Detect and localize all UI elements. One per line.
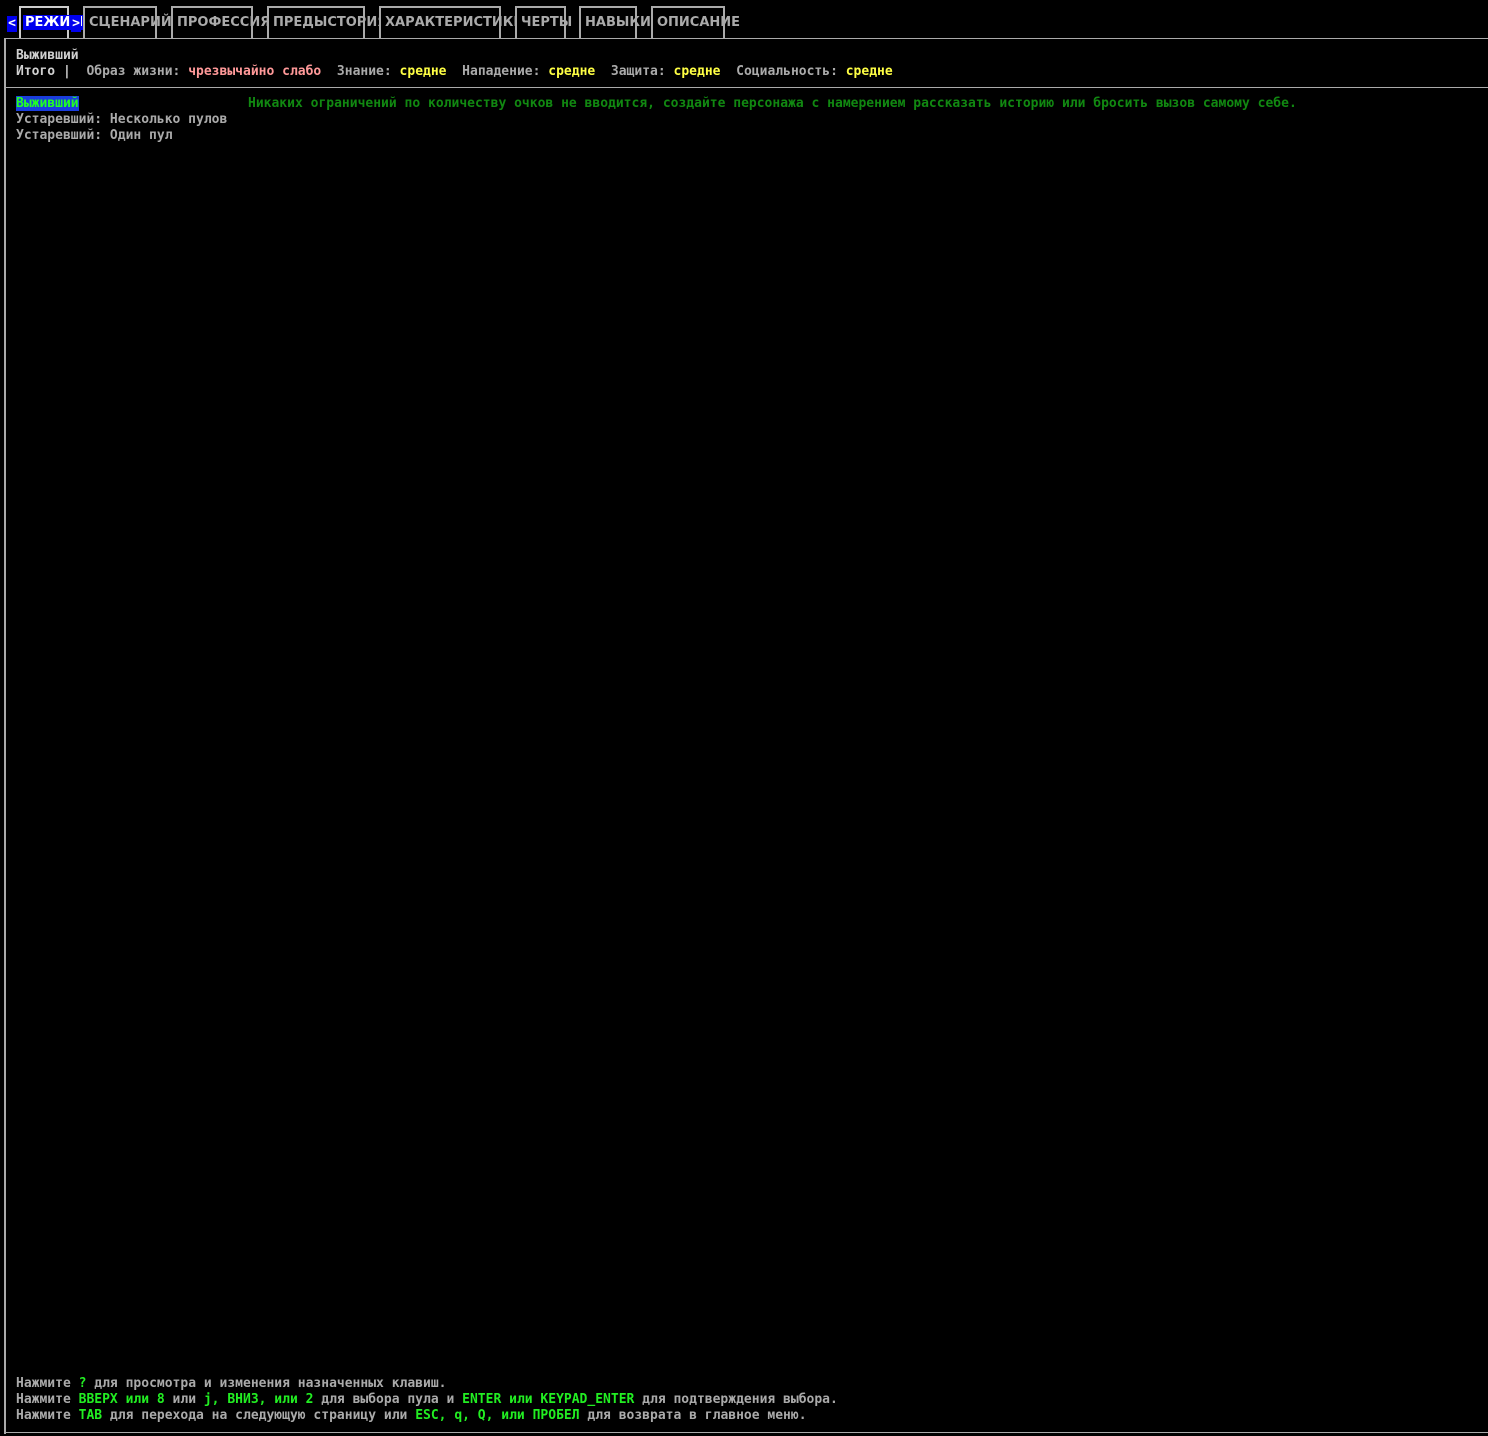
pool-item-legacy-multiple[interactable]: Устаревший: Несколько пулов [16, 112, 227, 128]
help-key: ESC, q, Q, или ПРОБЕЛ [415, 1408, 580, 1423]
attack-label: Нападение: [462, 64, 541, 79]
tab-traits-label: ЧЕРТЫ [521, 15, 573, 30]
tab-profession[interactable]: ПРОФЕССИЯ [171, 6, 270, 38]
attack-value: средне [548, 64, 596, 79]
help-text: Нажмите [16, 1392, 79, 1407]
help-key: ENTER или KEYPAD_ENTER [462, 1392, 635, 1407]
tab-scenario-label: СЦЕНАРИЙ [89, 15, 172, 30]
tab-description[interactable]: ОПИСАНИЕ [651, 6, 740, 38]
help-text: или [164, 1392, 204, 1407]
defense-value: средне [673, 64, 721, 79]
social-value: средне [845, 64, 893, 79]
pool-item-survivor[interactable]: Выживший [16, 96, 79, 112]
pool-item-legacy-single[interactable]: Устаревший: Один пул [16, 128, 173, 144]
help-line-keybindings: Нажмите ? для просмотра и изменения назн… [16, 1376, 446, 1392]
lifestyle-value: чрезвычайно слабо [188, 64, 322, 79]
left-border [4, 38, 6, 1434]
summary-line: Итого | Образ жизни: чрезвычайно слабо З… [16, 64, 893, 80]
help-key: j, ВНИЗ, или 2 [203, 1392, 314, 1407]
tab-traits[interactable]: ЧЕРТЫ [515, 6, 572, 38]
knowledge-value: средне [399, 64, 447, 79]
help-text: для подтверждения выбора. [634, 1392, 838, 1407]
next-tab-arrow[interactable]: > [71, 16, 81, 32]
tab-stats-label: ХАРАКТЕРИСТИКИ [385, 15, 525, 30]
tab-description-label: ОПИСАНИЕ [657, 15, 741, 30]
help-key: TAB [78, 1408, 103, 1423]
lifestyle-label: Образ жизни: [86, 64, 181, 79]
social-label: Социальность: [736, 64, 838, 79]
pool-item-label: Выживший [16, 96, 79, 111]
help-text: Нажмите [16, 1408, 79, 1423]
total-label: Итого | [16, 64, 71, 79]
help-line-navigate: Нажмите TAB для перехода на следующую ст… [16, 1408, 807, 1424]
tab-stats[interactable]: ХАРАКТЕРИСТИКИ [379, 6, 524, 38]
tab-background-label: ПРЕДЫСТОРИЯ [273, 15, 388, 30]
tab-skills[interactable]: НАВЫКИ [579, 6, 651, 38]
tab-skills-label: НАВЫКИ [585, 15, 651, 30]
help-key: ВВЕРХ или 8 [78, 1392, 165, 1407]
help-text: для перехода на следующую страницу или [102, 1408, 416, 1423]
help-text: Нажмите [16, 1376, 79, 1391]
header-separator [4, 87, 1488, 88]
mode-name: Выживший [16, 48, 79, 63]
tab-mode[interactable]: РЕЖИМ [19, 6, 86, 38]
top-border [4, 38, 1488, 39]
pool-description: Никаких ограничений по количеству очков … [248, 96, 1297, 111]
help-text: для просмотра и изменения назначенных кл… [86, 1376, 447, 1391]
tab-background[interactable]: ПРЕДЫСТОРИЯ [267, 6, 387, 38]
help-text: для возврата в главное меню. [579, 1408, 807, 1423]
defense-label: Защита: [610, 64, 666, 79]
tab-scenario[interactable]: СЦЕНАРИЙ [83, 6, 172, 38]
bottom-border [4, 1432, 1488, 1433]
help-line-select: Нажмите ВВЕРХ или 8 или j, ВНИЗ, или 2 д… [16, 1392, 838, 1408]
knowledge-label: Знание: [336, 64, 392, 79]
help-text: для выбора пула и [313, 1392, 463, 1407]
tab-profession-label: ПРОФЕССИЯ [177, 15, 271, 30]
prev-tab-arrow[interactable]: < [7, 16, 17, 32]
